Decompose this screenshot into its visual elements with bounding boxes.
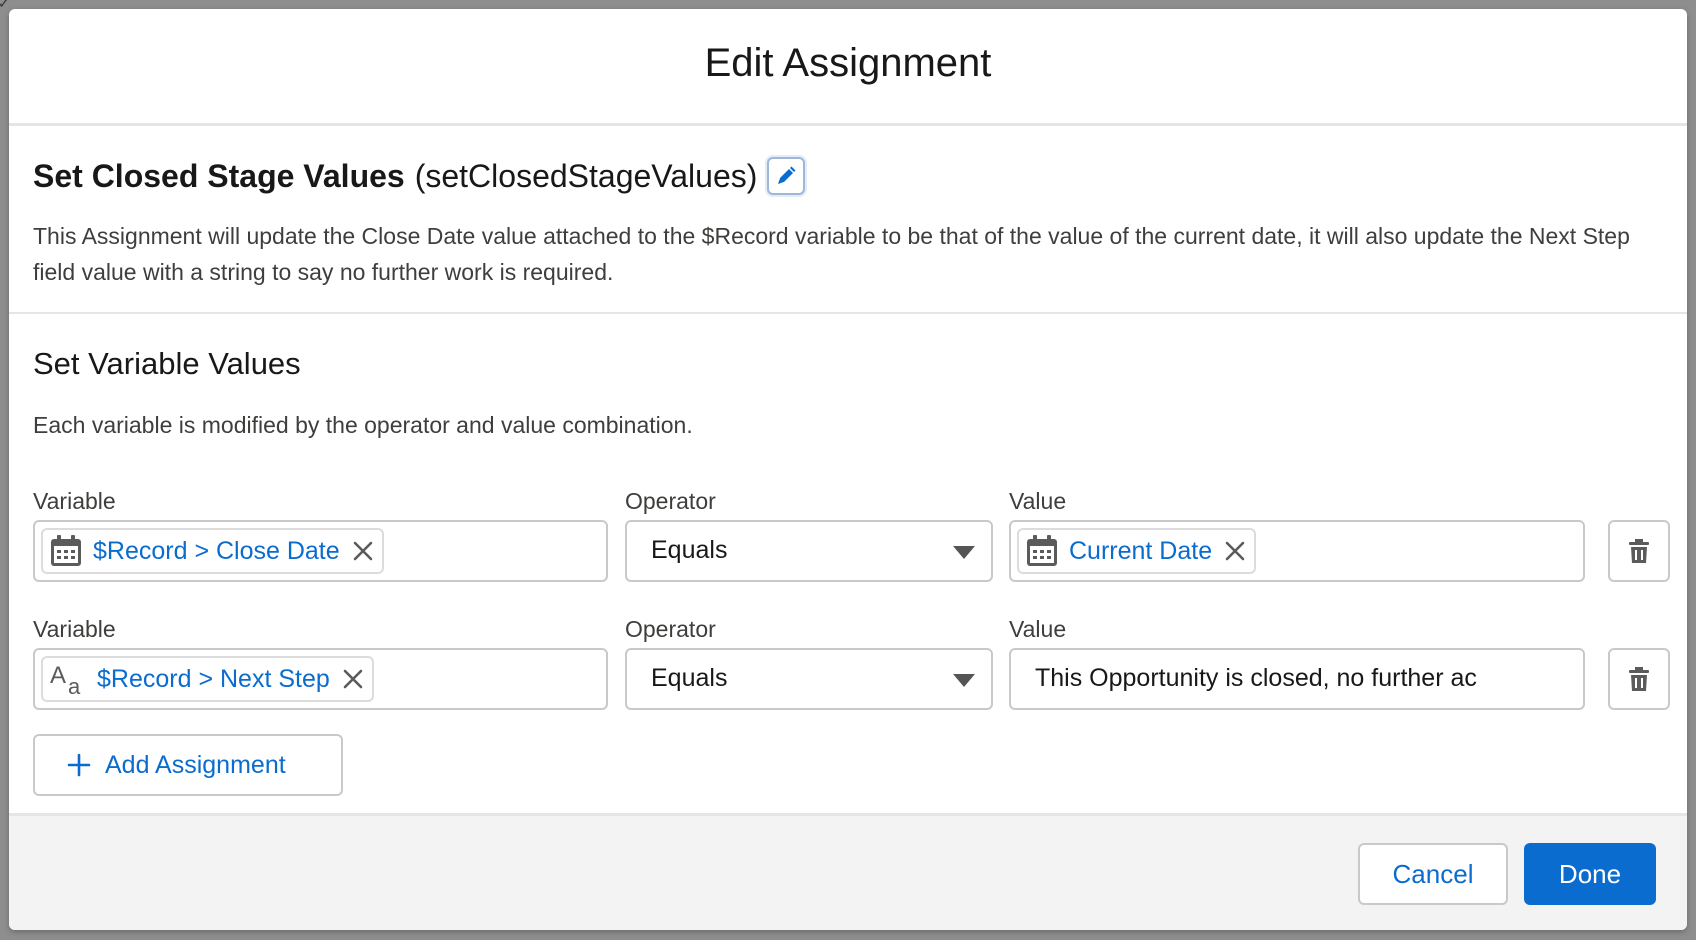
remove-pill-button[interactable] — [342, 668, 364, 690]
backdrop-corner-mark: ✓ — [0, 0, 10, 11]
value-input-text: This Opportunity is closed, no further a… — [1035, 664, 1477, 692]
edit-element-button[interactable] — [767, 157, 806, 195]
operator-value: Equals — [651, 536, 728, 564]
add-assignment-label: Add Assignment — [105, 750, 286, 779]
element-label: Set Closed Stage Values — [33, 157, 405, 194]
operator-select[interactable]: Equals — [625, 648, 993, 710]
chevron-down-icon — [953, 546, 975, 559]
variable-label: Variable — [33, 616, 116, 642]
variable-pill[interactable]: A a $Record > Next Step — [41, 656, 374, 702]
variable-field[interactable]: A a $Record > Next Step — [33, 648, 608, 710]
close-icon — [353, 541, 372, 561]
variable-label: Variable — [33, 488, 116, 514]
modal-title: Edit Assignment — [704, 40, 992, 85]
variable-pill-label: $Record > Close Date — [93, 536, 340, 565]
trash-icon — [1629, 667, 1649, 691]
value-label: Value — [1009, 488, 1067, 514]
value-pill[interactable]: Current Date — [1017, 528, 1257, 574]
edit-assignment-modal: Edit Assignment Set Closed Stage Values … — [9, 9, 1687, 930]
close-icon — [1225, 541, 1245, 561]
element-api-name: (setClosedStageValues) — [414, 157, 758, 194]
trash-icon — [1629, 539, 1649, 563]
section-description: Each variable is modified by the operato… — [33, 412, 693, 438]
set-variable-values-section: Set Variable Values Each variable is mod… — [9, 314, 1687, 796]
calendar-icon — [51, 535, 81, 566]
operator-label: Operator — [625, 488, 716, 514]
modal-footer: Cancel Done — [9, 813, 1687, 930]
assignment-row: Variable A a $Record > Next Step Operato… — [33, 616, 1670, 744]
operator-select[interactable]: Equals — [625, 520, 993, 582]
plus-icon — [67, 753, 91, 777]
value-label: Value — [1009, 616, 1067, 642]
chevron-down-icon — [953, 674, 975, 687]
delete-row-button[interactable] — [1608, 520, 1670, 582]
variable-pill-label: $Record > Next Step — [97, 664, 330, 693]
operator-label: Operator — [625, 616, 716, 642]
element-title-row: Set Closed Stage Values (setClosedStageV… — [33, 152, 1663, 200]
operator-value: Equals — [651, 664, 728, 692]
calendar-icon — [1027, 535, 1057, 566]
pencil-icon — [778, 166, 796, 184]
modal-header: Edit Assignment — [9, 9, 1687, 126]
variable-field[interactable]: $Record > Close Date — [33, 520, 608, 582]
value-field[interactable]: Current Date — [1009, 520, 1585, 582]
done-button[interactable]: Done — [1524, 843, 1656, 905]
section-title: Set Variable Values — [33, 346, 301, 381]
svg-text:a: a — [68, 674, 81, 697]
value-input[interactable]: This Opportunity is closed, no further a… — [1009, 648, 1585, 710]
variable-pill[interactable]: $Record > Close Date — [41, 528, 384, 574]
remove-pill-button[interactable] — [1224, 540, 1246, 562]
remove-pill-button[interactable] — [352, 540, 374, 562]
value-pill-label: Current Date — [1069, 536, 1213, 565]
close-icon — [343, 669, 363, 689]
element-description: This Assignment will update the Close Da… — [33, 223, 1630, 285]
element-info-section: Set Closed Stage Values (setClosedStageV… — [9, 126, 1687, 314]
assignment-row: Variable $Record > Close Date Operator E… — [33, 488, 1670, 616]
delete-row-button[interactable] — [1608, 648, 1670, 710]
svg-text:A: A — [50, 662, 66, 689]
cancel-button[interactable]: Cancel — [1358, 843, 1508, 905]
text-type-icon: A a — [50, 662, 81, 697]
